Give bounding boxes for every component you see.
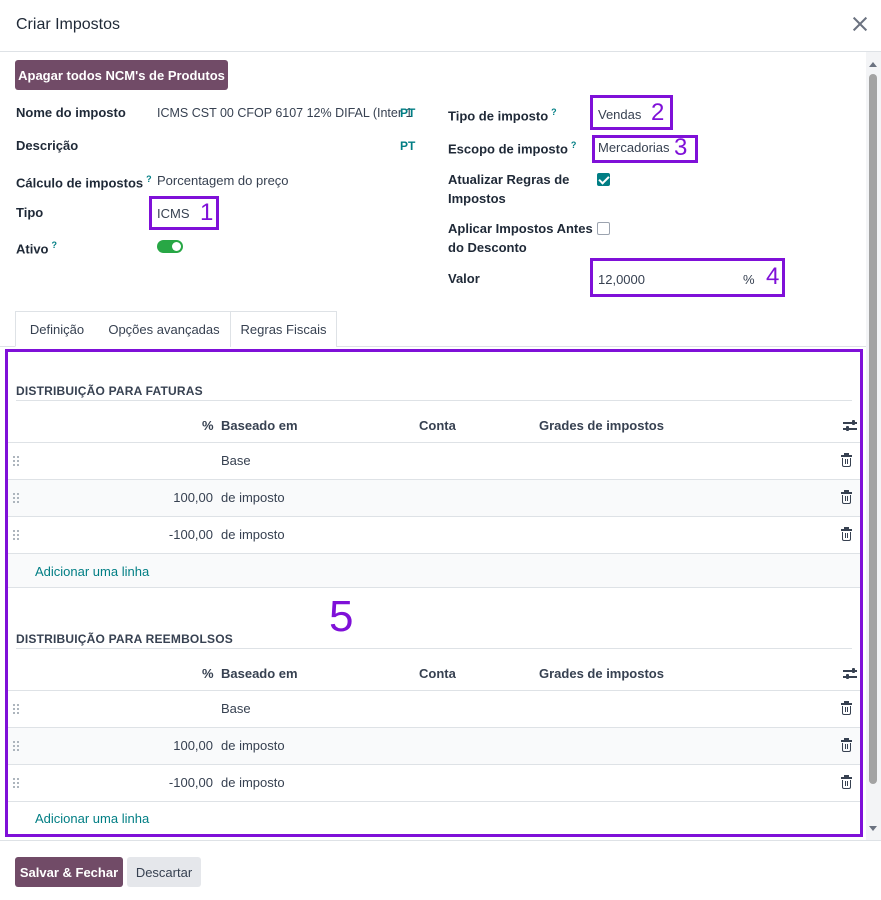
help-icon[interactable]: ? [551, 107, 557, 117]
ativo-label: Ativo? [16, 236, 57, 258]
nome-input[interactable]: ICMS CST 00 CFOP 6107 12% DIFAL (Inter 1 [157, 106, 412, 120]
atualizar-label-line2: Impostos [448, 191, 506, 206]
tipo-imposto-label-text: Tipo de imposto [448, 108, 549, 124]
nome-label: Nome do imposto [16, 105, 126, 120]
escopo-select[interactable]: Mercadorias [598, 140, 670, 155]
annotation-number-1: 1 [200, 199, 214, 226]
tipo-imposto-label: Tipo de imposto? [448, 103, 557, 125]
dialog-footer: Salvar & Fechar Descartar [0, 840, 881, 900]
tab-opcoes-avancadas[interactable]: Opções avançadas [98, 311, 231, 347]
aplicar-checkbox[interactable] [597, 222, 610, 235]
descricao-lang-button[interactable]: PT [400, 139, 415, 153]
scrollbar-thumb[interactable] [869, 74, 877, 784]
annotation-box-5 [5, 349, 863, 837]
dialog-body: Apagar todos NCM's de Produtos Nome do i… [0, 52, 881, 840]
help-icon[interactable]: ? [52, 240, 58, 250]
valor-unit: % [743, 272, 755, 287]
annotation-number-4: 4 [766, 263, 780, 290]
tipo-select[interactable]: ICMS [157, 206, 190, 221]
aplicar-label: Aplicar Impostos Antes [448, 221, 593, 236]
tab-definicao[interactable]: Definição [15, 311, 99, 347]
save-close-button[interactable]: Salvar & Fechar [15, 857, 123, 887]
tipo-label: Tipo [16, 205, 44, 220]
nome-lang-button[interactable]: PT [400, 106, 415, 120]
calculo-label: Cálculo de impostos? [16, 170, 152, 192]
annotation-number-3: 3 [674, 134, 688, 161]
atualizar-checkbox[interactable] [597, 173, 610, 186]
ativo-label-text: Ativo [16, 241, 49, 257]
tab-regras-fiscais[interactable]: Regras Fiscais [230, 311, 337, 347]
ativo-toggle[interactable] [157, 240, 183, 253]
annotation-number-5: 5 [329, 592, 354, 641]
tipo-imposto-select[interactable]: Vendas [598, 107, 641, 122]
escopo-label: Escopo de imposto? [448, 136, 576, 158]
help-icon[interactable]: ? [571, 140, 577, 150]
discard-button[interactable]: Descartar [127, 857, 201, 887]
calculo-select[interactable]: Porcentagem do preço [157, 173, 289, 188]
dialog-title: Criar Impostos [16, 16, 121, 33]
close-icon[interactable] [850, 14, 870, 34]
descricao-label: Descrição [16, 138, 79, 153]
escopo-label-text: Escopo de imposto [448, 141, 568, 157]
scroll-up-icon[interactable] [869, 62, 877, 67]
valor-label: Valor [448, 271, 480, 286]
dialog-header: Criar Impostos [0, 0, 881, 52]
help-icon[interactable]: ? [146, 174, 152, 184]
aplicar-label-line2: do Desconto [448, 240, 527, 255]
scroll-down-icon[interactable] [869, 826, 877, 831]
atualizar-label: Atualizar Regras de [448, 172, 570, 187]
clear-ncm-button[interactable]: Apagar todos NCM's de Produtos [15, 60, 228, 90]
valor-input[interactable]: 12,0000 [598, 272, 645, 287]
annotation-number-2: 2 [651, 99, 665, 126]
calculo-label-text: Cálculo de impostos [16, 175, 144, 191]
